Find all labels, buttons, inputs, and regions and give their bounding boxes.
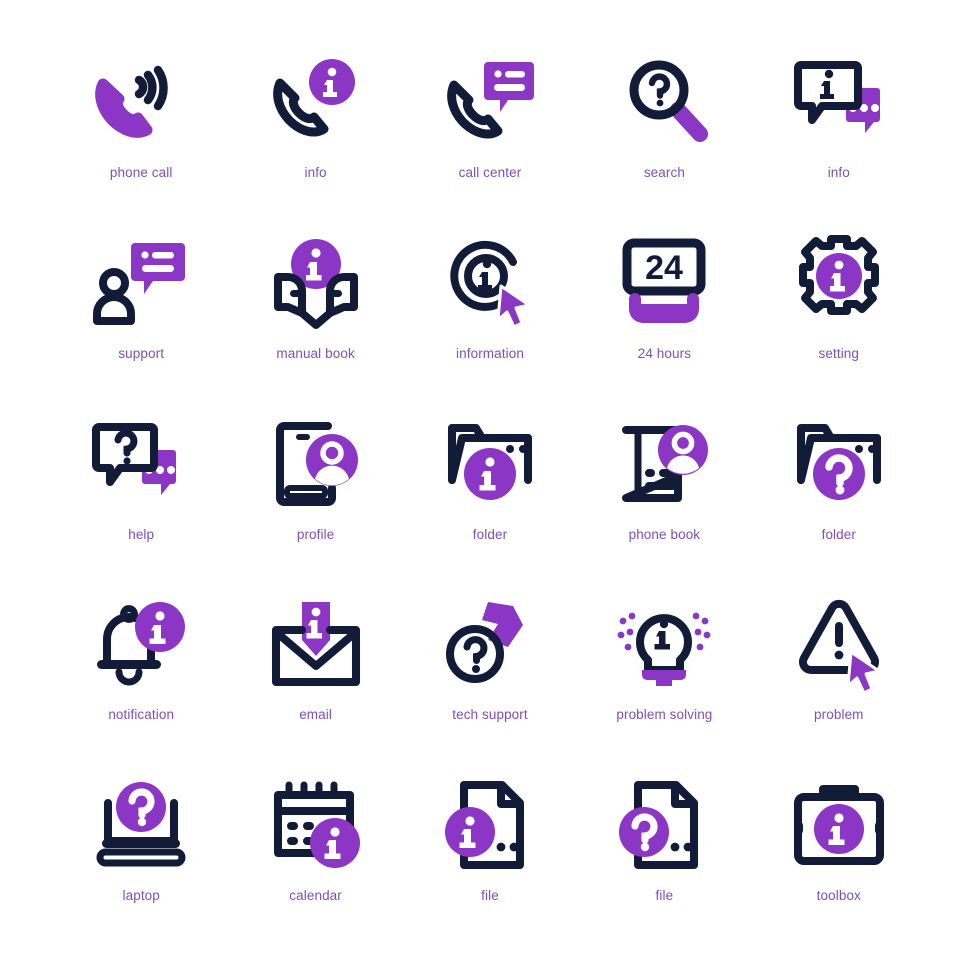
icon-cell-setting[interactable]: setting — [752, 217, 926, 398]
icon-label: setting — [818, 345, 860, 361]
toolbox-icon — [793, 785, 884, 866]
setting-icon — [798, 234, 879, 315]
calendar-icon — [273, 781, 360, 869]
icon-grid: phone call info call center search info … — [0, 0, 980, 980]
phone-call-icon — [95, 65, 168, 138]
icon-label: manual book — [276, 345, 355, 361]
info-chat-icon — [793, 61, 880, 133]
icon-label: problem — [814, 707, 864, 723]
icon-label: toolbox — [816, 888, 861, 904]
icon-label: call center — [458, 165, 522, 180]
manual-book-icon — [273, 238, 358, 329]
icon-label: information — [456, 345, 524, 361]
icon-label: file — [655, 888, 674, 904]
icon-cell-file-help[interactable]: file — [577, 759, 751, 940]
icon-label: file — [481, 888, 499, 904]
phone-book-icon — [622, 424, 709, 502]
icon-cell-info-handset[interactable]: info — [228, 36, 402, 217]
help-icon — [92, 422, 177, 495]
icon-cell-file-info[interactable]: file — [403, 759, 577, 940]
hours-text: 24 — [645, 249, 683, 287]
icon-cell-laptop[interactable]: laptop — [54, 759, 228, 940]
icon-label: folder — [472, 526, 508, 542]
icon-label: help — [128, 526, 155, 542]
24-hours-icon: 24 — [622, 238, 706, 323]
icon-cell-toolbox[interactable]: toolbox — [752, 759, 926, 940]
icon-cell-folder-info[interactable]: folder — [403, 398, 577, 579]
icon-cell-profile[interactable]: profile — [228, 398, 402, 579]
icon-cell-search[interactable]: search — [577, 36, 751, 217]
file-help-icon — [619, 781, 699, 870]
icon-cell-24-hours[interactable]: 24 24 hours — [577, 217, 751, 398]
wrench-shape — [481, 602, 523, 648]
folder-info-icon — [447, 423, 532, 500]
icon-cell-support[interactable]: support — [54, 217, 228, 398]
bulb-base — [642, 670, 687, 687]
problem-solving-icon — [617, 612, 711, 687]
search-icon — [629, 60, 709, 142]
icon-cell-call-center[interactable]: call center — [403, 36, 577, 217]
icon-label: tech support — [452, 707, 528, 723]
icon-cell-help[interactable]: help — [54, 398, 228, 579]
icon-cell-folder-help[interactable]: folder — [752, 398, 926, 579]
icon-label: notification — [108, 707, 175, 723]
icon-label: search — [643, 165, 685, 180]
icon-cell-problem-solving[interactable]: problem solving — [577, 578, 751, 759]
icon-label: phone call — [109, 165, 173, 180]
icon-cell-information[interactable]: information — [403, 217, 577, 398]
icon-label: profile — [296, 526, 335, 542]
icon-cell-manual-book[interactable]: manual book — [228, 217, 402, 398]
notification-icon — [97, 602, 186, 686]
icon-cell-notification[interactable]: notification — [54, 578, 228, 759]
icon-label: calendar — [289, 888, 342, 904]
icon-label: email — [299, 707, 332, 723]
icon-cell-problem[interactable]: problem — [752, 578, 926, 759]
file-info-icon — [444, 781, 524, 870]
icon-label: info — [827, 165, 850, 180]
icon-label: problem solving — [616, 707, 713, 723]
tech-support-icon — [445, 602, 523, 684]
icon-label: folder — [821, 526, 856, 542]
icon-cell-phone-call[interactable]: phone call — [54, 36, 228, 217]
info-handset-icon — [272, 59, 355, 137]
folder-help-icon — [796, 423, 881, 500]
problem-icon — [798, 600, 881, 695]
call-center-icon — [447, 62, 534, 139]
icon-label: laptop — [122, 888, 160, 904]
icon-label: support — [118, 345, 165, 361]
icon-cell-email[interactable]: email — [228, 578, 402, 759]
icon-cell-info-chat[interactable]: info — [752, 36, 926, 217]
profile-icon — [275, 421, 358, 506]
laptop-icon — [96, 782, 186, 867]
icon-label: info — [304, 165, 327, 180]
icon-cell-tech-support[interactable]: tech support — [403, 578, 577, 759]
cursor-arrow — [496, 284, 531, 329]
support-icon — [93, 242, 186, 325]
phone-base — [629, 292, 700, 323]
information-icon — [450, 240, 531, 329]
email-icon — [271, 602, 360, 687]
icon-label: phone book — [628, 526, 701, 542]
icon-cell-calendar[interactable]: calendar — [228, 759, 402, 940]
icon-label: 24 hours — [637, 345, 692, 361]
icon-cell-phone-book[interactable]: phone book — [577, 398, 751, 579]
